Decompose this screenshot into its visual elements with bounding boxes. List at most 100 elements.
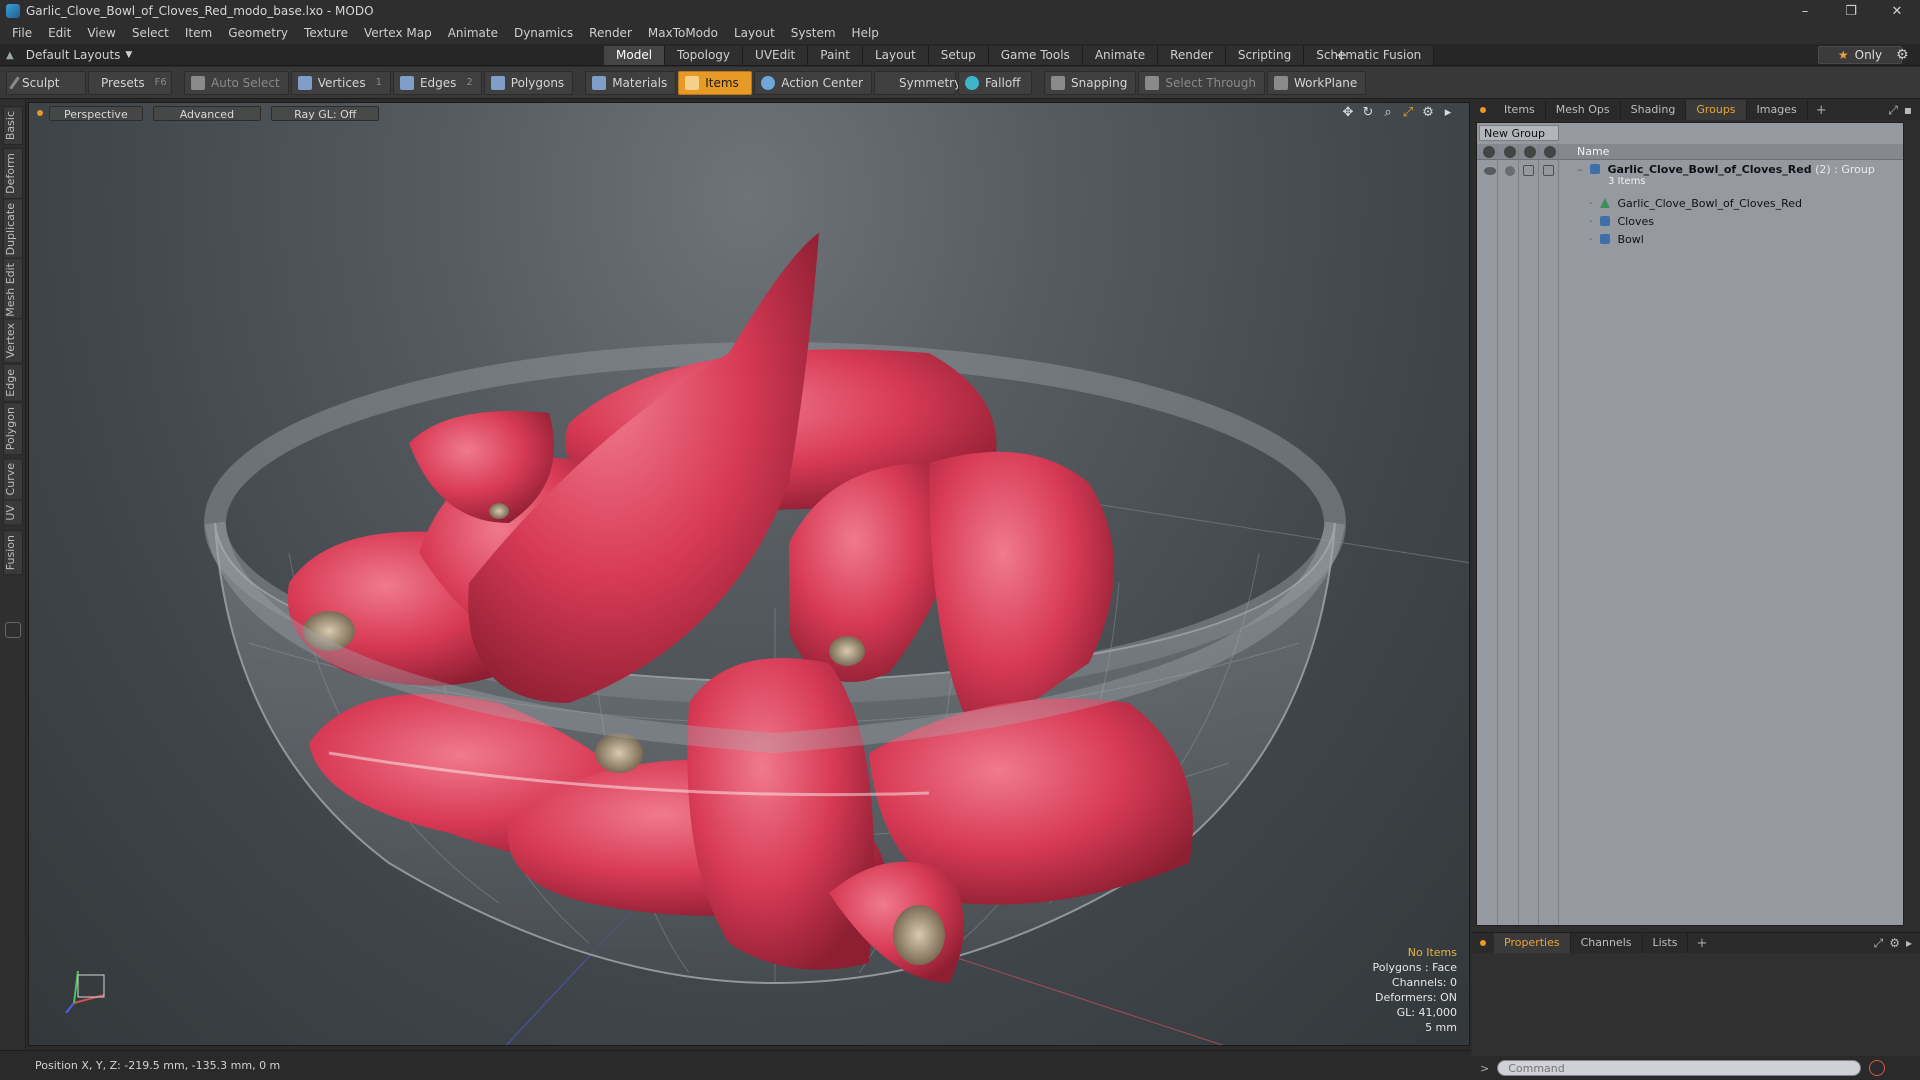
tab-duplicate[interactable]: Duplicate — [3, 198, 23, 261]
fit-view-icon[interactable]: ⤢ — [1401, 105, 1415, 120]
tab-schematic-fusion[interactable]: Schematic Fusion — [1304, 46, 1435, 65]
tab-basic[interactable]: Basic — [3, 106, 23, 146]
command-history-icon[interactable] — [1869, 1060, 1886, 1076]
tab-items[interactable]: Items — [1494, 100, 1546, 120]
panel-toggle-icon[interactable] — [5, 622, 21, 638]
lock-icon[interactable] — [1505, 166, 1515, 176]
3d-viewport[interactable]: Perspective Advanced Ray GL: Off ✥ ↻ ⌕ ⤢… — [28, 102, 1470, 1046]
sculpt-button[interactable]: Sculpt — [6, 70, 86, 95]
group-row[interactable]: – Garlic_Clove_Bowl_of_Cloves_Red (2) : … — [1477, 163, 1903, 193]
workplane-button[interactable]: WorkPlane — [1266, 70, 1367, 95]
expand-arrow-icon[interactable]: ▸ — [1441, 105, 1455, 120]
menu-layout[interactable]: Layout — [726, 22, 783, 44]
panel-menu-dot-icon[interactable] — [1480, 107, 1486, 113]
tab-shading[interactable]: Shading — [1621, 100, 1687, 120]
tab-scripting[interactable]: Scripting — [1225, 46, 1305, 65]
materials-button[interactable]: Materials — [585, 70, 677, 95]
menu-geometry[interactable]: Geometry — [220, 22, 296, 44]
viewport-settings-icon[interactable]: ⚙ — [1421, 105, 1435, 120]
name-column-header[interactable]: Name — [1577, 145, 1609, 158]
menu-edit[interactable]: Edit — [40, 22, 79, 44]
panel-menu-dot-icon[interactable] — [1480, 940, 1486, 946]
tab-mesh-edit[interactable]: Mesh Edit — [3, 258, 23, 322]
tab-paint[interactable]: Paint — [808, 46, 863, 65]
tab-setup[interactable]: Setup — [928, 46, 989, 65]
tab-game-tools[interactable]: Game Tools — [988, 46, 1083, 65]
action-center-button[interactable]: Action Center — [754, 70, 872, 95]
menu-help[interactable]: Help — [844, 22, 887, 44]
restore-button[interactable]: ❐ — [1828, 0, 1874, 22]
view-perspective-button[interactable]: Perspective — [49, 105, 143, 121]
presets-button[interactable]: Presets F6 — [88, 70, 172, 95]
close-button[interactable]: ✕ — [1874, 0, 1920, 22]
menu-render[interactable]: Render — [581, 22, 640, 44]
menu-dynamics[interactable]: Dynamics — [506, 22, 581, 44]
command-input[interactable] — [1497, 1060, 1862, 1076]
tab-vertex[interactable]: Vertex — [3, 318, 23, 364]
tab-model[interactable]: Model — [604, 46, 666, 65]
polygons-label: Polygons — [510, 75, 565, 90]
menu-maxtomodo[interactable]: MaxToModo — [640, 22, 726, 44]
tab-topology[interactable]: Topology — [665, 46, 744, 65]
eye-icon[interactable] — [1484, 167, 1496, 175]
menu-vertex-map[interactable]: Vertex Map — [356, 22, 440, 44]
select-toggle-box[interactable] — [1543, 165, 1554, 176]
snapping-button[interactable]: Snapping — [1044, 70, 1137, 95]
expand-panel-icon[interactable]: ⤢ — [1888, 100, 1898, 120]
zoom-view-icon[interactable]: ⌕ — [1381, 105, 1395, 120]
menu-view[interactable]: View — [79, 22, 123, 44]
edges-button[interactable]: Edges 2 — [392, 70, 482, 95]
raygl-button[interactable]: Ray GL: Off — [271, 105, 380, 121]
rotate-view-icon[interactable]: ↻ — [1361, 105, 1375, 120]
viewport-menu-dot-icon[interactable] — [37, 110, 43, 116]
tree-item[interactable]: · Garlic_Clove_Bowl_of_Cloves_Red — [1589, 197, 1889, 213]
shading-mode-button[interactable]: Advanced — [152, 105, 262, 121]
render-toggle-box[interactable] — [1523, 165, 1534, 176]
tab-channels[interactable]: Channels — [1571, 933, 1643, 953]
layout-selector[interactable]: ▲ Default Layouts ▼ — [6, 44, 132, 66]
tab-properties[interactable]: Properties — [1494, 933, 1571, 953]
tab-polygon[interactable]: Polygon — [3, 402, 23, 456]
symmetry-button[interactable]: Symmetry — [874, 70, 961, 95]
tab-curve[interactable]: Curve — [3, 458, 23, 501]
window-title: Garlic_Clove_Bowl_of_Cloves_Red_modo_bas… — [26, 4, 374, 18]
select-through-button[interactable]: Select Through — [1138, 70, 1265, 95]
menu-texture[interactable]: Texture — [296, 22, 356, 44]
new-group-button[interactable]: New Group — [1479, 125, 1559, 141]
move-view-icon[interactable]: ✥ — [1341, 105, 1355, 120]
tab-render[interactable]: Render — [1158, 46, 1226, 65]
menu-select[interactable]: Select — [124, 22, 177, 44]
tree-item[interactable]: · Bowl — [1589, 233, 1889, 249]
tab-uv[interactable]: UV — [3, 500, 23, 526]
panel-settings-icon[interactable]: ⚙ — [1889, 933, 1900, 953]
falloff-button[interactable]: Falloff — [958, 70, 1032, 95]
tab-groups[interactable]: Groups — [1686, 100, 1747, 120]
menu-system[interactable]: System — [783, 22, 844, 44]
only-button[interactable]: ★ Only — [1818, 46, 1902, 64]
menu-item[interactable]: Item — [177, 22, 220, 44]
polygons-button[interactable]: Polygons — [483, 70, 574, 95]
add-tab-plus-icon[interactable]: + — [1335, 44, 1348, 66]
tab-fusion[interactable]: Fusion — [3, 530, 23, 576]
expand-arrow-icon[interactable]: ▸ — [1906, 933, 1912, 953]
tab-edge[interactable]: Edge — [3, 364, 23, 402]
vertices-button[interactable]: Vertices 1 — [290, 70, 391, 95]
tab-deform[interactable]: Deform — [3, 148, 23, 199]
tab-mesh-ops[interactable]: Mesh Ops — [1546, 100, 1621, 120]
minimize-button[interactable]: – — [1782, 0, 1828, 22]
tree-item[interactable]: · Cloves — [1589, 215, 1889, 231]
gear-icon[interactable]: ⚙ — [1896, 44, 1909, 66]
tab-animate[interactable]: Animate — [1082, 46, 1159, 65]
add-tab-plus-icon[interactable]: + — [1816, 103, 1827, 118]
tab-uvedit[interactable]: UVEdit — [743, 46, 809, 65]
expand-panel-icon[interactable]: ⤢ — [1874, 933, 1884, 953]
items-button[interactable]: Items — [678, 70, 753, 95]
tab-images[interactable]: Images — [1747, 100, 1808, 120]
menu-file[interactable]: File — [4, 22, 40, 44]
tree-expander-icon[interactable]: – — [1577, 163, 1583, 176]
auto-select-button[interactable]: Auto Select — [184, 70, 289, 95]
tab-lists[interactable]: Lists — [1643, 933, 1689, 953]
tab-layout[interactable]: Layout — [862, 46, 929, 65]
add-tab-plus-icon[interactable]: + — [1696, 936, 1707, 951]
menu-animate[interactable]: Animate — [440, 22, 506, 44]
